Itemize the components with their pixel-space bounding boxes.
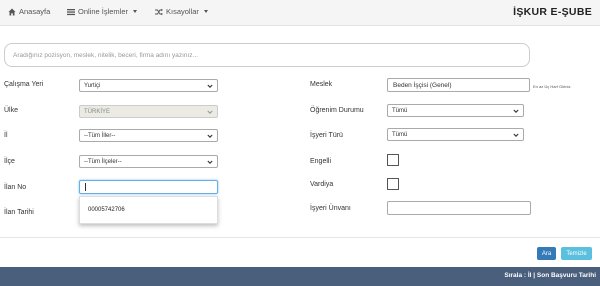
- nav-kisayollar-label: Kısayollar: [166, 7, 199, 16]
- nav-kisayollar[interactable]: Kısayollar: [155, 7, 208, 16]
- home-icon: [8, 8, 16, 16]
- ilan-no-label: İlan No: [4, 184, 27, 191]
- chevron-down-icon: [207, 83, 213, 89]
- ogrenim-label: Öğrenim Durumu: [310, 107, 364, 114]
- ilce-label: İlçe: [4, 158, 15, 165]
- meslek-hint: En az Üç Harf Giriniz.: [533, 84, 572, 89]
- sort-options[interactable]: Sırala : İl | Son Başvuru Tarihi: [504, 272, 596, 279]
- nav-online-label: Online İşlemler: [78, 7, 129, 16]
- search-button[interactable]: Ara: [537, 247, 556, 260]
- il-select[interactable]: --Tüm İller--: [79, 129, 218, 142]
- isyeri-turu-label: İşyeri Türü: [310, 132, 343, 139]
- caret-down-icon: [203, 10, 208, 13]
- isyeri-turu-select[interactable]: Tümü: [387, 128, 524, 141]
- ilan-no-input[interactable]: [79, 180, 218, 194]
- ilan-no-autocomplete: 00005742706: [79, 196, 218, 224]
- text-cursor: [85, 183, 86, 191]
- search-placeholder: Aradığınız pozisyon, meslek, nitelik, be…: [13, 51, 198, 59]
- ulke-label: Ülke: [4, 107, 19, 114]
- chevron-down-icon: [207, 109, 213, 115]
- nav-online-islemler[interactable]: Online İşlemler: [67, 7, 138, 16]
- vardiya-checkbox[interactable]: [387, 178, 399, 190]
- list-icon: [67, 8, 75, 16]
- results-bar: Sırala : İl | Son Başvuru Tarihi: [0, 267, 600, 286]
- top-navbar: Anasayfa Online İşlemler Kısayollar İŞKU…: [0, 0, 600, 26]
- isyeri-unvani-input[interactable]: [387, 201, 531, 215]
- search-input[interactable]: Aradığınız pozisyon, meslek, nitelik, be…: [4, 43, 530, 67]
- engelli-label: Engelli: [310, 158, 332, 165]
- ilce-select[interactable]: --Tüm İlçeler--: [79, 155, 218, 168]
- meslek-input[interactable]: Beden İşçisi (Genel): [387, 78, 530, 92]
- meslek-label: Meslek: [310, 81, 333, 88]
- ogrenim-select[interactable]: Tümü: [387, 104, 524, 117]
- ilce-value: --Tüm İlçeler--: [84, 158, 122, 165]
- ilan-tarihi-label: İlan Tarihi: [4, 209, 34, 216]
- shuffle-icon: [155, 8, 163, 16]
- ulke-select[interactable]: TÜRKİYE: [79, 105, 218, 118]
- chevron-down-icon: [513, 108, 519, 114]
- divider: [0, 237, 600, 238]
- calisma-yeri-label: Çalışma Yeri: [4, 81, 44, 88]
- isyeri-turu-value: Tümü: [392, 131, 408, 138]
- engelli-checkbox[interactable]: [387, 154, 399, 166]
- chevron-down-icon: [513, 132, 519, 138]
- meslek-value: Beden İşçisi (Genel): [393, 81, 452, 89]
- brand-title[interactable]: İŞKUR E-ŞUBE: [513, 6, 592, 18]
- chevron-down-icon: [207, 159, 213, 165]
- isyeri-unvani-label: İşyeri Ünvanı: [310, 205, 351, 212]
- vardiya-label: Vardiya: [310, 181, 334, 188]
- il-value: --Tüm İller--: [84, 132, 116, 139]
- calisma-yeri-select[interactable]: Yurtiçi: [79, 79, 218, 92]
- chevron-down-icon: [207, 133, 213, 139]
- autocomplete-option[interactable]: 00005742706: [88, 207, 125, 213]
- caret-down-icon: [133, 10, 138, 13]
- nav-home-label: Anasayfa: [19, 7, 51, 16]
- nav-home[interactable]: Anasayfa: [8, 7, 50, 16]
- ogrenim-value: Tümü: [392, 107, 408, 114]
- ulke-value: TÜRKİYE: [84, 108, 111, 115]
- calisma-yeri-value: Yurtiçi: [84, 82, 101, 89]
- clear-button[interactable]: Temizle: [561, 247, 592, 260]
- il-label: İl: [4, 132, 8, 139]
